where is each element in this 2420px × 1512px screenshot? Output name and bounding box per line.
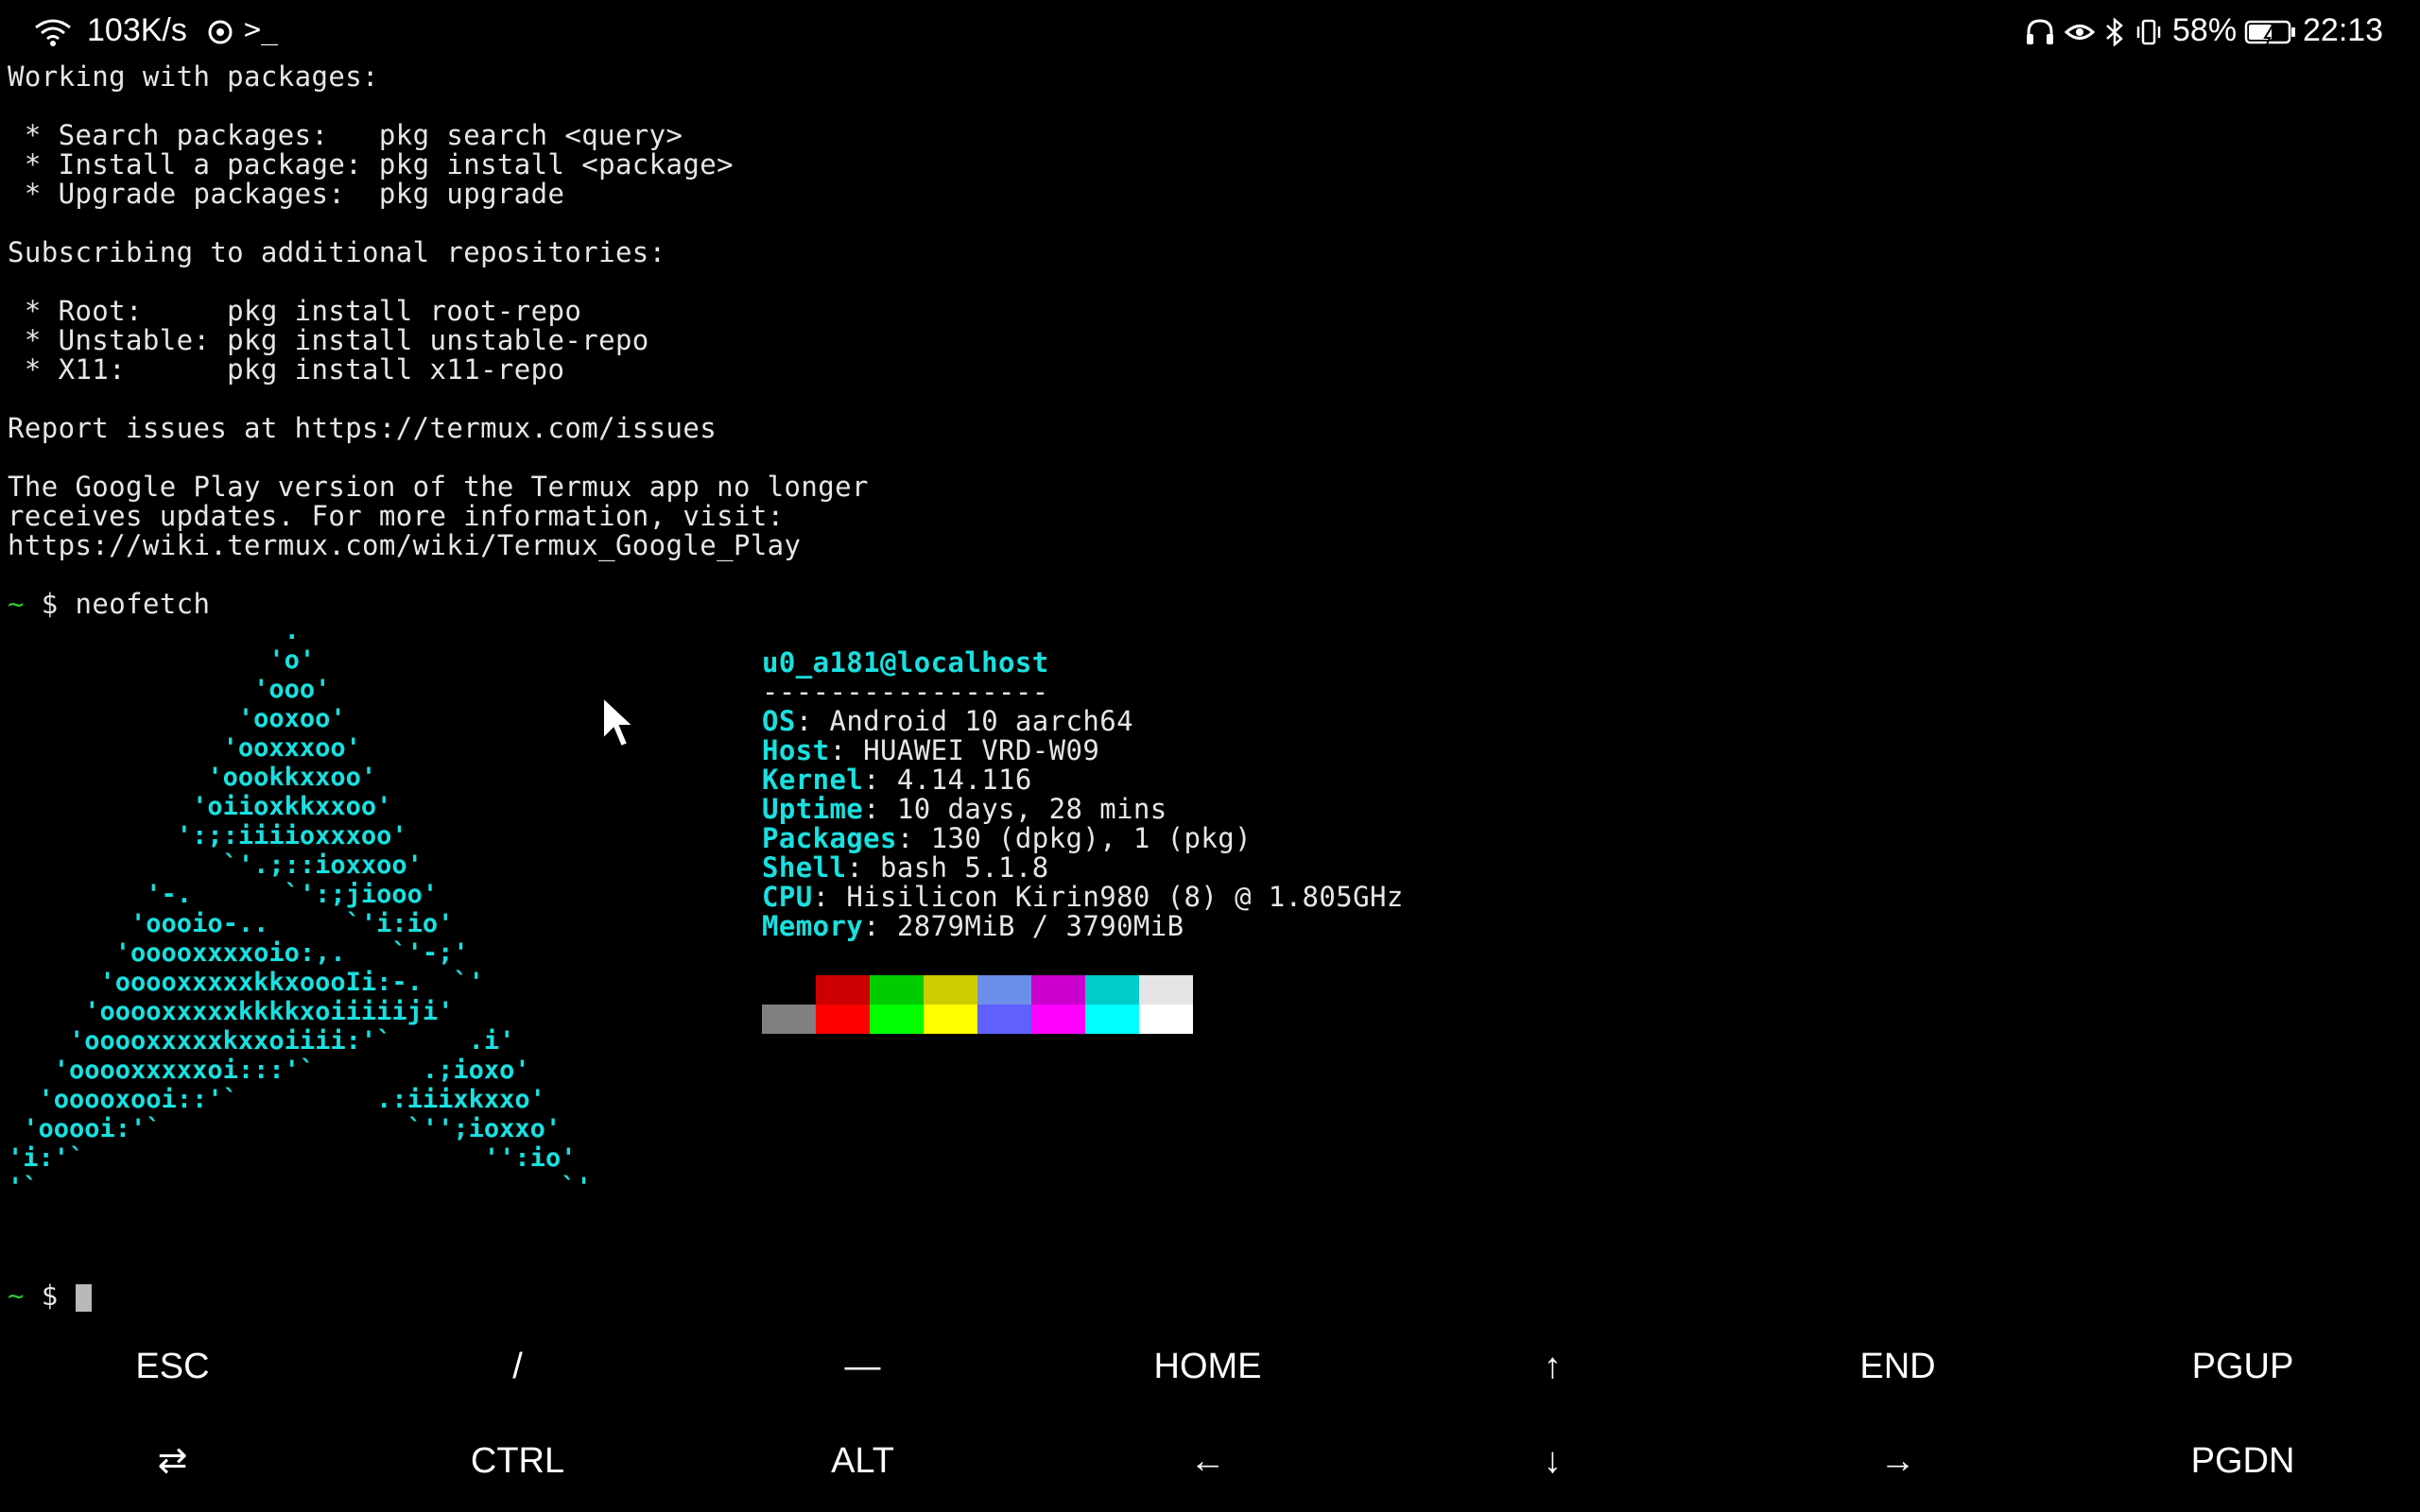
key-ctrl[interactable]: CTRL xyxy=(345,1414,690,1508)
prompt-tilde: ~ xyxy=(8,588,25,620)
terminal-line: https://wiki.termux.com/wiki/Termux_Goog… xyxy=(8,529,802,561)
terminal-line: * Upgrade packages: pkg upgrade xyxy=(8,178,565,210)
info-kernel: Kernel: 4.14.116 xyxy=(762,764,1032,796)
key-esc[interactable]: ESC xyxy=(0,1319,345,1414)
input-prompt-line[interactable]: ~ $ xyxy=(8,1280,92,1312)
key-pgup[interactable]: PGUP xyxy=(2070,1319,2415,1414)
key-tab[interactable]: ⇄ xyxy=(0,1414,345,1508)
terminal-icon: >_ xyxy=(244,13,279,46)
color-swatch xyxy=(1139,1005,1193,1034)
color-swatch xyxy=(1031,1005,1085,1034)
key-right-arrow[interactable]: → xyxy=(1725,1414,2070,1508)
extra-keys-bar: ESC / — HOME ↑ END PGUP ⇄ CTRL ALT ← ↓ →… xyxy=(0,1319,2420,1512)
neofetch-ascii-logo: . 'o' 'ooo' 'ooxoo' 'ooxxxoo' 'oookkxxoo… xyxy=(8,616,592,1202)
command-text: neofetch xyxy=(75,588,211,620)
battery-icon xyxy=(2244,11,2297,49)
clock: 22:13 xyxy=(2303,12,2384,48)
terminal-line: * Search packages: pkg search <query> xyxy=(8,119,683,151)
terminal-line: * X11: pkg install x11-repo xyxy=(8,353,565,386)
wifi-icon xyxy=(34,11,72,49)
color-swatch xyxy=(762,1005,816,1034)
user-host: u0_a181@localhost xyxy=(762,646,1049,679)
color-swatch xyxy=(1031,975,1085,1005)
color-swatch xyxy=(1139,975,1193,1005)
key-left-arrow[interactable]: ← xyxy=(1035,1414,1380,1508)
sync-icon xyxy=(206,11,234,49)
prompt-dollar: $ xyxy=(41,1280,59,1312)
mouse-pointer-icon xyxy=(601,695,636,752)
info-packages: Packages: 130 (dpkg), 1 (pkg) xyxy=(762,822,1252,854)
prompt-dollar: $ xyxy=(41,588,59,620)
info-cpu: CPU: Hisilicon Kirin980 (8) @ 1.805GHz xyxy=(762,881,1404,913)
terminal-line: * Install a package: pkg install <packag… xyxy=(8,148,734,180)
color-swatch xyxy=(977,1005,1031,1034)
info-separator: ----------------- xyxy=(762,676,1049,708)
terminal-line: * Unstable: pkg install unstable-repo xyxy=(8,324,649,356)
terminal-line: receives updates. For more information, … xyxy=(8,500,785,532)
battery-percent: 58% xyxy=(2172,12,2238,48)
color-swatch xyxy=(1085,1005,1139,1034)
color-swatch xyxy=(870,1005,924,1034)
key-up-arrow[interactable]: ↑ xyxy=(1380,1319,1725,1414)
color-swatch xyxy=(924,1005,977,1034)
headphones-icon xyxy=(2025,11,2055,49)
color-swatch xyxy=(870,975,924,1005)
terminal-line: Report issues at https://termux.com/issu… xyxy=(8,412,717,444)
eye-icon xyxy=(2065,11,2095,49)
info-uptime: Uptime: 10 days, 28 mins xyxy=(762,793,1167,825)
net-speed: 103K/s xyxy=(87,12,187,48)
info-shell: Shell: bash 5.1.8 xyxy=(762,851,1049,884)
key-down-arrow[interactable]: ↓ xyxy=(1380,1414,1725,1508)
vibrate-icon xyxy=(2135,11,2163,49)
key-slash[interactable]: / xyxy=(345,1319,690,1414)
terminal-line: * Root: pkg install root-repo xyxy=(8,295,582,327)
terminal-line: Working with packages: xyxy=(8,60,379,93)
terminal-line: Subscribing to additional repositories: xyxy=(8,236,666,268)
info-os: OS: Android 10 aarch64 xyxy=(762,705,1133,737)
prompt-tilde: ~ xyxy=(8,1280,25,1312)
key-home[interactable]: HOME xyxy=(1035,1319,1380,1414)
key-end[interactable]: END xyxy=(1725,1319,2070,1414)
key-pgdn[interactable]: PGDN xyxy=(2070,1414,2415,1508)
color-swatch xyxy=(762,975,816,1005)
color-swatch xyxy=(816,975,870,1005)
color-swatch xyxy=(924,975,977,1005)
text-cursor xyxy=(75,1283,92,1312)
color-swatch xyxy=(816,1005,870,1034)
bluetooth-icon xyxy=(2104,11,2125,49)
status-bar: 103K/s >_ 58% 22:13 xyxy=(0,0,2420,60)
key-dash[interactable]: — xyxy=(690,1319,1035,1414)
key-alt[interactable]: ALT xyxy=(690,1414,1035,1508)
info-memory: Memory: 2879MiB / 3790MiB xyxy=(762,910,1184,942)
color-swatch xyxy=(977,975,1031,1005)
terminal-line: The Google Play version of the Termux ap… xyxy=(8,471,869,503)
command-line: ~ $ neofetch xyxy=(8,590,210,619)
info-host: Host: HUAWEI VRD-W09 xyxy=(762,734,1100,766)
color-swatch xyxy=(1085,975,1139,1005)
